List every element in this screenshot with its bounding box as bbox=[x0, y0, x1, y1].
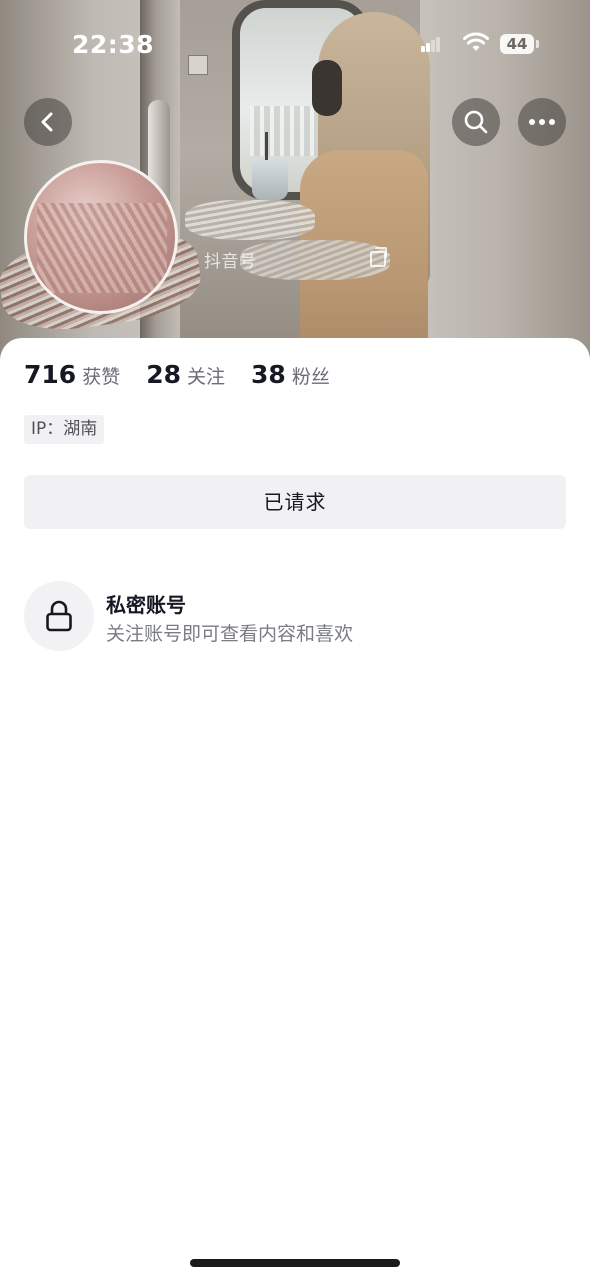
stat-number: 716 bbox=[24, 360, 77, 389]
lock-icon bbox=[46, 600, 72, 632]
back-arrow-icon bbox=[41, 112, 53, 132]
cover-background bbox=[420, 0, 590, 380]
private-account-title: 私密账号 bbox=[106, 593, 186, 617]
follow-requested-button[interactable]: 已请求 bbox=[24, 475, 566, 529]
wifi-icon bbox=[463, 32, 489, 51]
stat-label: 获赞 bbox=[82, 366, 121, 388]
douyin-id-label: 抖音号 bbox=[204, 252, 257, 272]
profile-sheet: 716 获赞 28 关注 38 粉丝 IP：湖南 已请求 私密账号 关注账号即可… bbox=[0, 338, 590, 1280]
redaction-scribble bbox=[185, 200, 315, 240]
cover-person bbox=[265, 132, 268, 162]
redaction-scribble bbox=[37, 203, 167, 293]
private-account-subtitle: 关注账号即可查看内容和喜欢 bbox=[106, 623, 354, 645]
stat-label: 粉丝 bbox=[291, 366, 330, 388]
ip-location-tag: IP：湖南 bbox=[24, 415, 105, 444]
stat-label: 关注 bbox=[187, 366, 226, 388]
more-button[interactable] bbox=[518, 98, 566, 146]
avatar[interactable] bbox=[24, 160, 178, 314]
more-icon bbox=[529, 119, 555, 125]
cover-person bbox=[312, 60, 342, 116]
search-icon bbox=[464, 110, 488, 134]
stat-number: 28 bbox=[146, 360, 181, 389]
stat-likes[interactable]: 716 获赞 bbox=[24, 360, 120, 389]
lock-icon-container bbox=[24, 581, 94, 651]
search-button[interactable] bbox=[452, 98, 500, 146]
cover-background bbox=[188, 55, 208, 75]
profile-stats: 716 获赞 28 关注 38 粉丝 bbox=[24, 360, 356, 389]
cellular-signal-icon bbox=[421, 36, 441, 52]
battery-indicator: 44 bbox=[500, 34, 539, 54]
redaction-scribble bbox=[240, 240, 390, 280]
private-account-notice: 私密账号 关注账号即可查看内容和喜欢 bbox=[24, 581, 566, 651]
stat-followers[interactable]: 38 粉丝 bbox=[251, 360, 330, 389]
copy-icon[interactable] bbox=[370, 247, 387, 267]
back-button[interactable] bbox=[24, 98, 72, 146]
stat-number: 38 bbox=[251, 360, 286, 389]
stat-following[interactable]: 28 关注 bbox=[146, 360, 225, 389]
cover-person bbox=[252, 160, 288, 200]
home-indicator[interactable] bbox=[190, 1259, 400, 1267]
status-time: 22:38 bbox=[72, 30, 155, 59]
